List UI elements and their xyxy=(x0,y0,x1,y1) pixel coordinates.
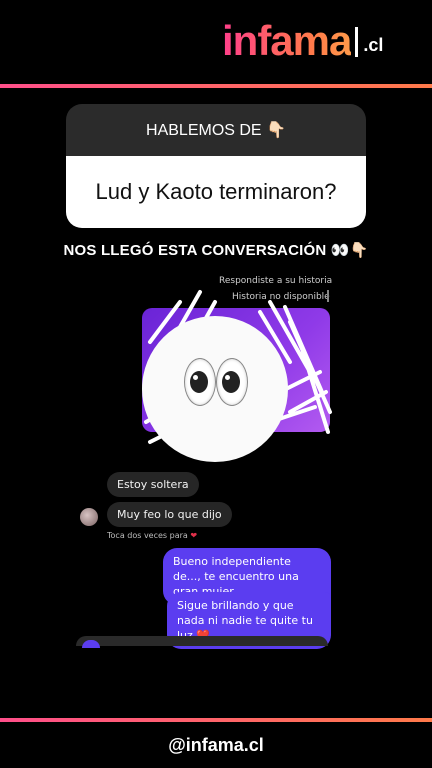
logo-tld: .cl xyxy=(363,35,384,55)
received-message[interactable]: Estoy soltera xyxy=(107,472,199,497)
brand-handle: @infama.cl xyxy=(168,735,264,755)
composer-camera-icon[interactable] xyxy=(82,640,100,648)
heart-icon: ❤ xyxy=(190,531,198,540)
logo-name: infama xyxy=(222,17,352,64)
eyes-emoji-icon xyxy=(184,358,216,406)
top-accent-line xyxy=(0,84,432,88)
avatar[interactable] xyxy=(80,508,98,526)
infama-logo: infama .cl xyxy=(222,18,383,64)
message-composer[interactable] xyxy=(76,636,328,646)
bottom-accent-line xyxy=(0,718,432,722)
question-card-header: HABLEMOS DE 👇🏻 xyxy=(66,104,366,156)
question-card-question: Lud y Kaoto terminaron? xyxy=(66,156,366,228)
headline: NOS LLEGÓ ESTA CONVERSACIÓN 👀👇🏻 xyxy=(63,242,369,259)
logo-divider xyxy=(355,27,359,57)
received-message[interactable]: Muy feo lo que dijo xyxy=(107,502,232,527)
double-tap-hint: Toca dos veces para ❤ xyxy=(107,531,197,540)
double-tap-hint-text: Toca dos veces para xyxy=(107,531,188,540)
eyes-emoji-icon xyxy=(216,358,248,406)
